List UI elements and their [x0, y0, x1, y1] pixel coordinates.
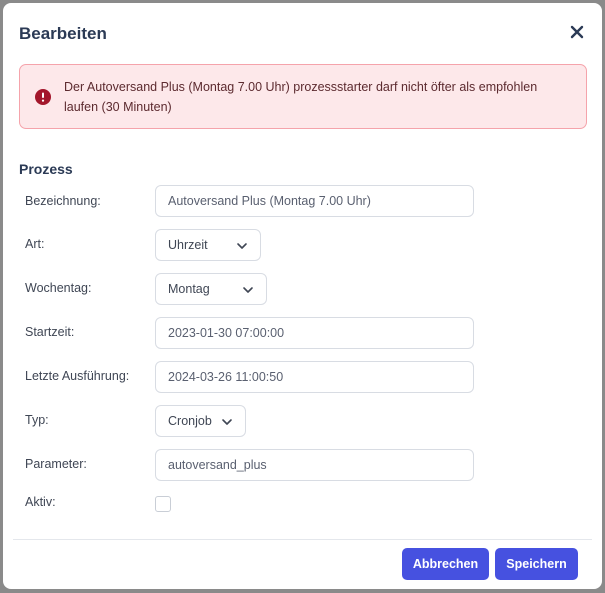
- chevron-down-icon: [236, 240, 248, 252]
- error-alert: Der Autoversand Plus (Montag 7.00 Uhr) p…: [19, 64, 587, 129]
- art-select-value: Uhrzeit: [168, 238, 208, 252]
- parameter-label: Parameter:: [25, 457, 87, 471]
- footer-divider: [13, 539, 592, 540]
- startzeit-label: Startzeit:: [25, 325, 75, 339]
- cancel-button[interactable]: Abbrechen: [402, 548, 489, 580]
- chevron-down-icon: [221, 416, 233, 428]
- startzeit-input[interactable]: 2023-01-30 07:00:00: [155, 317, 474, 349]
- aktiv-checkbox[interactable]: [155, 496, 171, 512]
- typ-label: Typ:: [25, 413, 49, 427]
- typ-select[interactable]: Cronjob: [155, 405, 246, 437]
- wochentag-label: Wochentag:: [25, 281, 92, 295]
- aktiv-label: Aktiv:: [25, 495, 56, 509]
- bezeichnung-input[interactable]: Autoversand Plus (Montag 7.00 Uhr): [155, 185, 474, 217]
- letzte-ausfuehrung-input[interactable]: 2024-03-26 11:00:50: [155, 361, 474, 393]
- parameter-input[interactable]: autoversand_plus: [155, 449, 474, 481]
- edit-dialog: Bearbeiten Der Autoversand Plus (Montag …: [3, 3, 602, 589]
- art-select[interactable]: Uhrzeit: [155, 229, 261, 261]
- section-title: Prozess: [19, 161, 73, 177]
- save-button[interactable]: Speichern: [495, 548, 578, 580]
- close-icon[interactable]: [568, 23, 586, 41]
- dialog-title: Bearbeiten: [19, 24, 107, 43]
- dialog-header: Bearbeiten: [3, 3, 602, 63]
- wochentag-select[interactable]: Montag: [155, 273, 267, 305]
- wochentag-select-value: Montag: [168, 282, 210, 296]
- typ-select-value: Cronjob: [168, 414, 212, 428]
- chevron-down-icon: [242, 284, 254, 296]
- letzte-ausfuehrung-label: Letzte Ausführung:: [25, 369, 130, 383]
- exclamation-circle-icon: [35, 89, 51, 105]
- alert-message: Der Autoversand Plus (Montag 7.00 Uhr) p…: [64, 80, 538, 114]
- bezeichnung-label: Bezeichnung:: [25, 194, 101, 208]
- art-label: Art:: [25, 237, 45, 251]
